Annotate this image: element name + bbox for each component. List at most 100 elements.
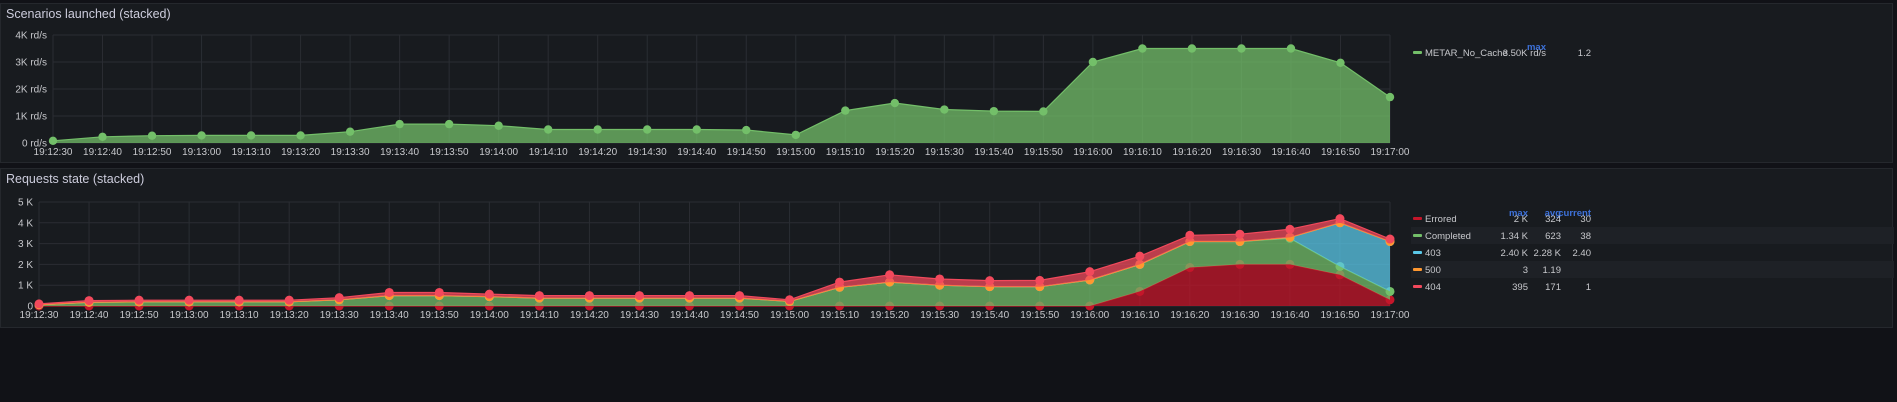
legend-item-name[interactable]: METAR_No_Cache (1425, 48, 1508, 59)
data-point[interactable] (48, 136, 58, 146)
scenarios-panel: Scenarios launched (stacked) 0 rd/s 1K rd… (0, 3, 1893, 163)
data-point[interactable] (1385, 234, 1395, 244)
legend-item-value: 1.2 (1578, 48, 1591, 59)
data-point[interactable] (1035, 275, 1045, 285)
x-tick-label: 19:14:40 (670, 310, 709, 321)
x-tick-label: 19:14:30 (628, 147, 667, 158)
x-tick-label: 19:15:30 (920, 310, 959, 321)
data-point[interactable] (147, 131, 157, 140)
y-tick-label: 5 K (18, 198, 33, 209)
data-point[interactable] (1138, 44, 1147, 53)
data-point[interactable] (284, 295, 294, 305)
data-point[interactable] (593, 125, 602, 134)
legend-item-value: 30 (1580, 214, 1591, 225)
data-point[interactable] (534, 291, 544, 301)
data-point[interactable] (34, 299, 44, 309)
legend-item-name[interactable]: 403 (1425, 248, 1441, 259)
x-tick-label: 19:15:40 (974, 147, 1013, 158)
data-point[interactable] (334, 293, 344, 303)
data-point[interactable] (134, 295, 144, 305)
legend-item-name[interactable]: 500 (1425, 265, 1441, 276)
data-point[interactable] (1385, 92, 1395, 102)
data-point[interactable] (985, 276, 995, 286)
legend-item-value: 3 (1523, 265, 1528, 276)
x-tick-label: 19:14:10 (529, 147, 568, 158)
data-point[interactable] (484, 289, 494, 299)
x-tick-label: 19:17:00 (1371, 147, 1410, 158)
data-point[interactable] (1286, 44, 1296, 53)
legend-swatch (1413, 217, 1422, 220)
legend-item-name[interactable]: Errored (1425, 214, 1457, 225)
data-point[interactable] (1185, 230, 1195, 240)
x-tick-label: 19:16:50 (1320, 310, 1359, 321)
legend-swatch (1413, 268, 1422, 271)
legend-row-bg (1411, 227, 1894, 244)
data-point[interactable] (940, 105, 949, 114)
data-point[interactable] (384, 287, 394, 297)
data-point[interactable] (643, 125, 652, 134)
data-point[interactable] (1039, 107, 1048, 116)
x-tick-label: 19:17:00 (1371, 310, 1410, 321)
data-point[interactable] (234, 295, 244, 305)
data-point[interactable] (1235, 229, 1245, 239)
x-tick-label: 19:15:20 (875, 147, 914, 158)
legend-row-bg (1411, 261, 1894, 278)
x-tick-label: 19:13:20 (281, 147, 320, 158)
x-tick-label: 19:15:50 (1024, 147, 1063, 158)
x-tick-label: 19:14:20 (578, 147, 617, 158)
data-point[interactable] (395, 119, 404, 129)
data-point[interactable] (935, 274, 945, 284)
data-point[interactable] (1335, 214, 1345, 224)
x-tick-label: 19:12:50 (133, 147, 172, 158)
y-tick-label: 1 K (18, 281, 33, 292)
data-point[interactable] (989, 106, 999, 116)
data-point[interactable] (434, 287, 444, 297)
x-tick-label: 19:14:40 (677, 147, 716, 158)
data-point[interactable] (1336, 58, 1345, 68)
data-point[interactable] (444, 119, 454, 129)
data-point[interactable] (684, 291, 694, 301)
legend-item-value: 2.40 (1573, 248, 1592, 259)
data-point[interactable] (634, 291, 644, 301)
data-point[interactable] (98, 132, 107, 141)
x-tick-label: 19:12:40 (83, 147, 122, 158)
data-point[interactable] (1088, 57, 1098, 67)
data-point[interactable] (197, 131, 206, 140)
x-tick-label: 19:16:50 (1321, 147, 1360, 158)
data-point[interactable] (835, 277, 845, 287)
x-tick-label: 19:14:50 (720, 310, 759, 321)
x-tick-label: 19:13:10 (232, 147, 271, 158)
data-point[interactable] (1135, 251, 1145, 261)
data-point[interactable] (584, 291, 594, 301)
data-point[interactable] (84, 296, 94, 306)
data-point[interactable] (345, 127, 355, 136)
legend-item-name[interactable]: 404 (1425, 282, 1441, 293)
x-tick-label: 19:16:30 (1222, 147, 1261, 158)
data-point[interactable] (742, 125, 751, 135)
data-point[interactable] (1237, 44, 1246, 53)
data-point[interactable] (1187, 44, 1197, 53)
x-tick-label: 19:13:00 (170, 310, 209, 321)
x-tick-label: 19:13:10 (220, 310, 259, 321)
data-point[interactable] (1285, 224, 1295, 234)
data-point[interactable] (791, 130, 800, 140)
x-tick-label: 19:14:50 (727, 147, 766, 158)
data-point[interactable] (543, 125, 553, 134)
data-point[interactable] (184, 295, 194, 305)
x-tick-label: 19:15:10 (826, 147, 865, 158)
x-tick-label: 19:13:40 (380, 147, 419, 158)
x-tick-label: 19:13:50 (420, 310, 459, 321)
y-tick-label: 2K rd/s (15, 85, 47, 96)
data-point[interactable] (692, 125, 701, 134)
data-point[interactable] (890, 98, 900, 108)
data-point[interactable] (785, 295, 795, 305)
data-point[interactable] (494, 121, 503, 130)
legend-item-name[interactable]: Completed (1425, 231, 1471, 242)
data-point[interactable] (885, 270, 895, 280)
data-point[interactable] (841, 106, 850, 115)
legend-item-value: 3.50K rd/s (1503, 48, 1547, 59)
data-point[interactable] (296, 131, 305, 140)
data-point[interactable] (735, 291, 745, 301)
data-point[interactable] (1085, 267, 1095, 277)
data-point[interactable] (246, 131, 256, 140)
